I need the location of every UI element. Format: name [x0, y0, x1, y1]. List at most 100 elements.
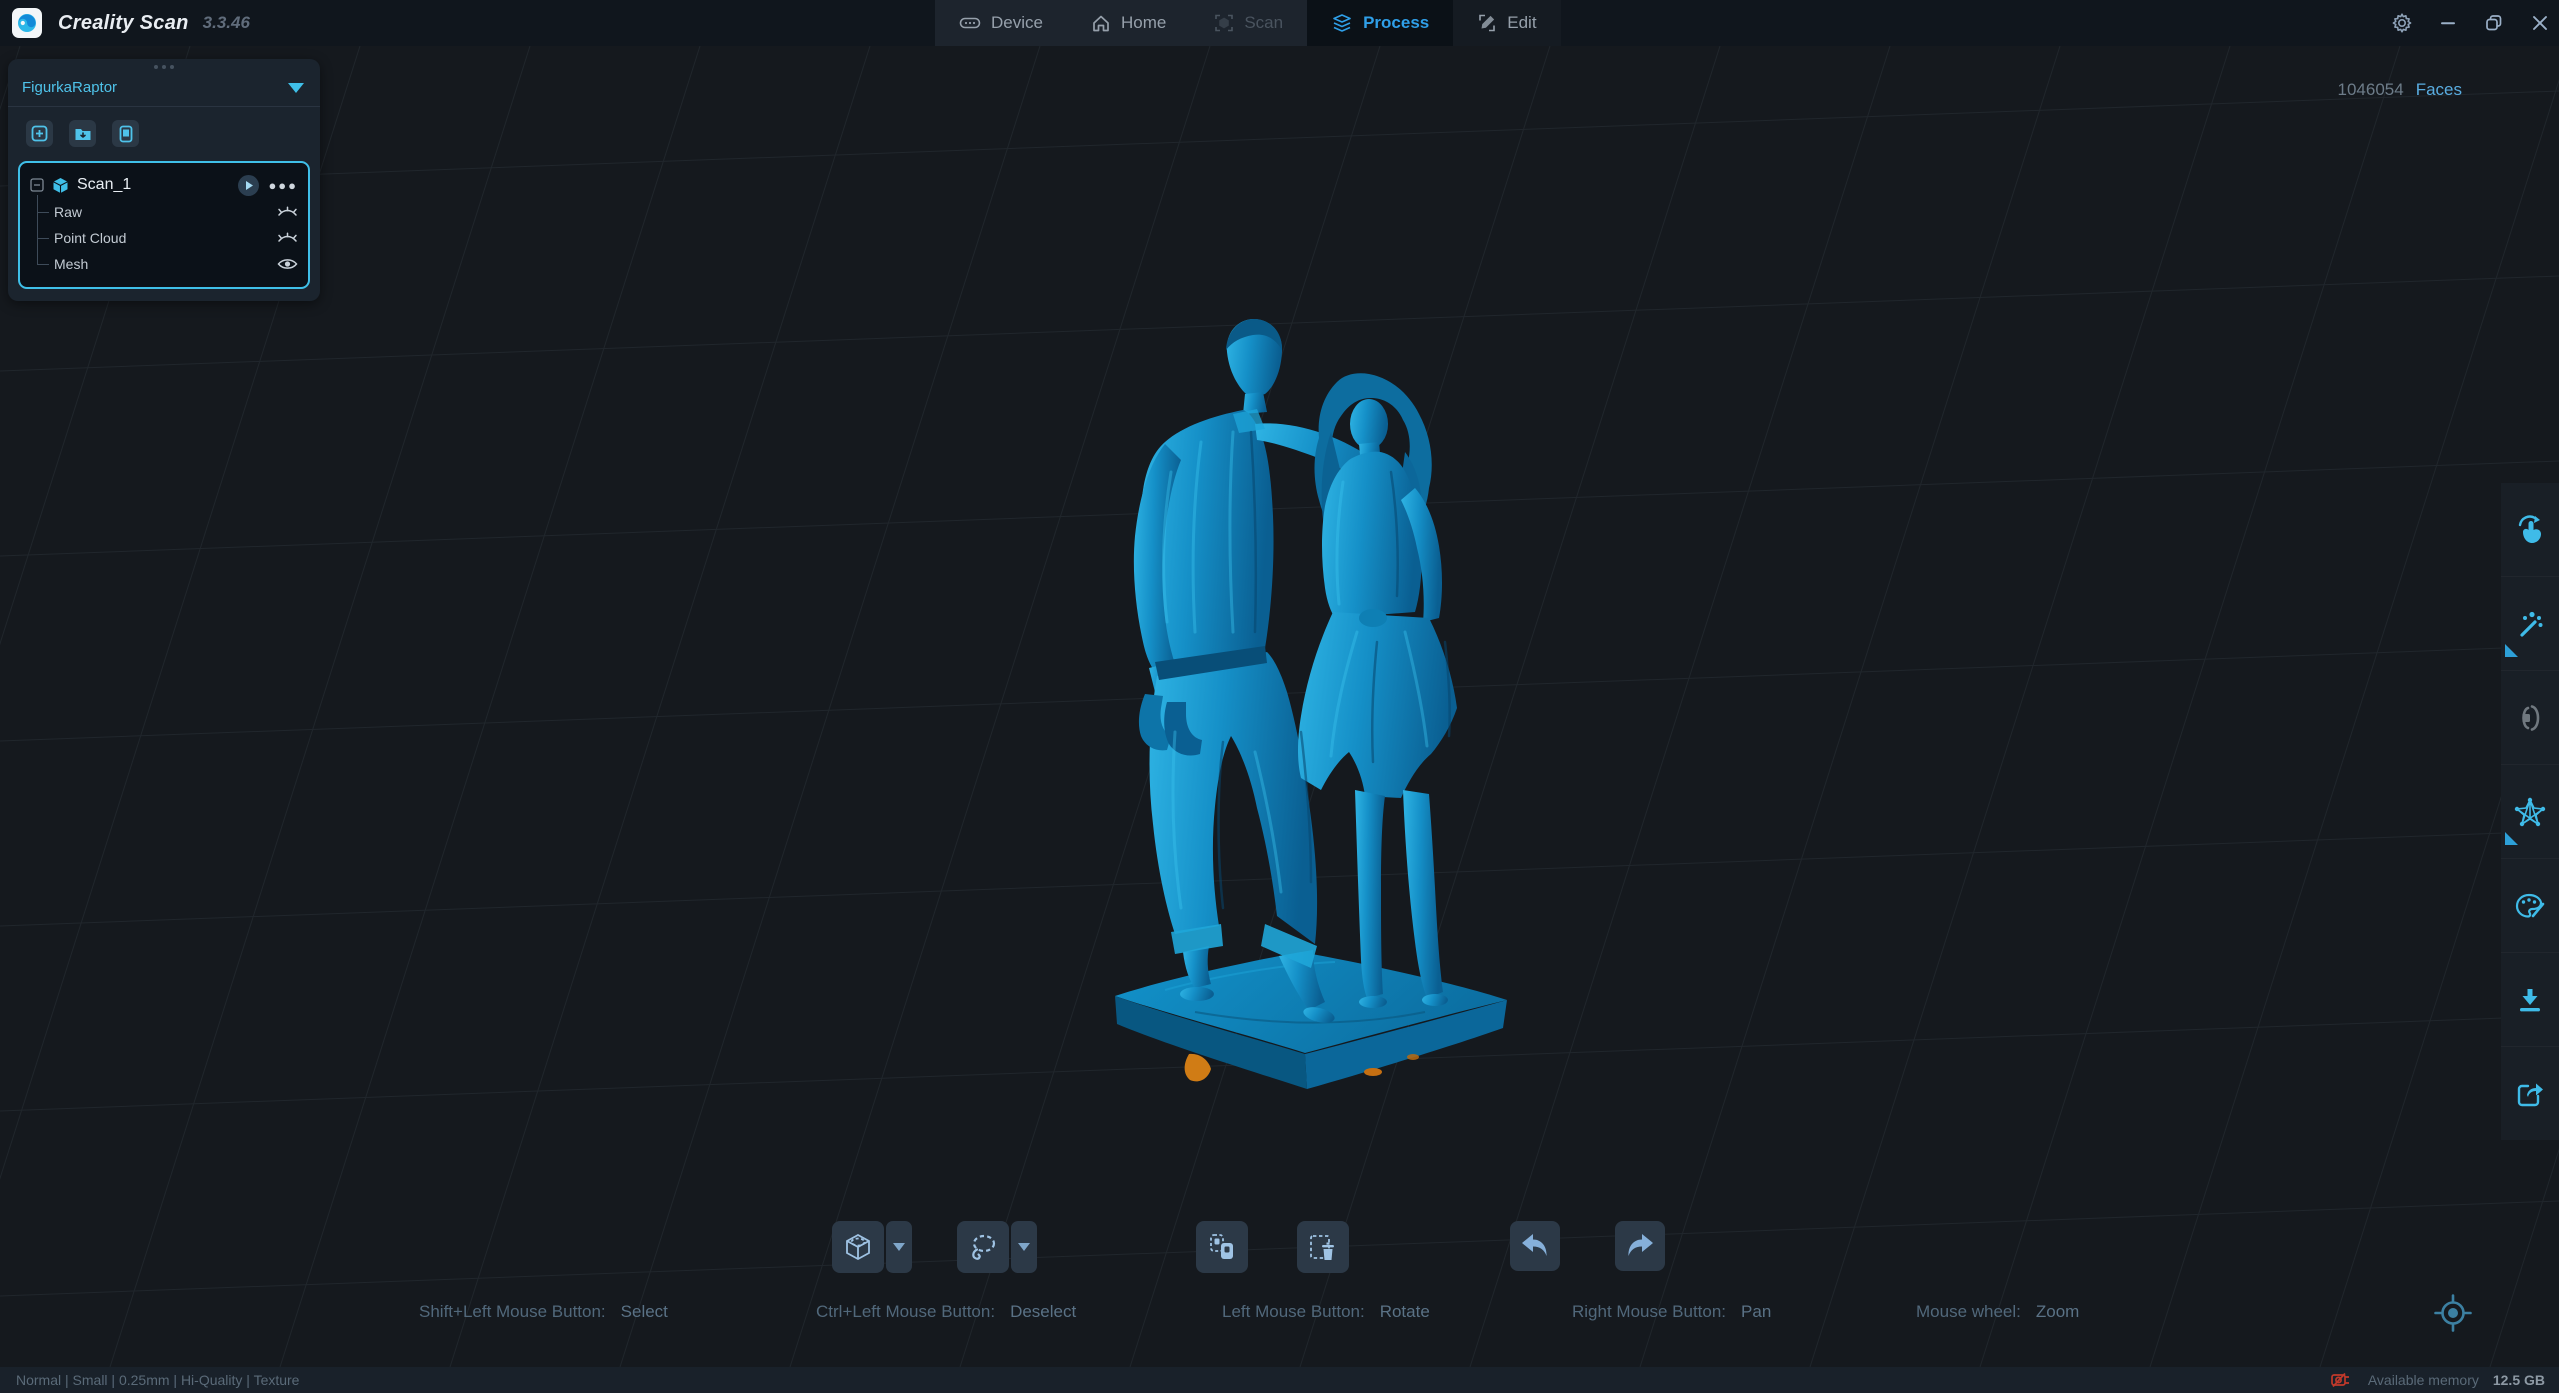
hint-label: Shift+Left Mouse Button: — [419, 1302, 606, 1321]
tool-share[interactable] — [2501, 1046, 2559, 1140]
collapse-icon[interactable] — [30, 178, 44, 192]
chevron-down-icon — [893, 1243, 905, 1251]
hint-rotate: Left Mouse Button: Rotate — [1222, 1302, 1430, 1322]
lasso-select-button[interactable] — [957, 1221, 1009, 1273]
tab-home[interactable]: Home — [1067, 0, 1190, 46]
chevron-down-icon[interactable] — [288, 82, 304, 93]
cube-icon — [53, 177, 68, 193]
hint-label: Left Mouse Button: — [1222, 1302, 1365, 1321]
project-selector[interactable]: FigurkaRaptor — [8, 75, 320, 106]
locate-view-button[interactable] — [2431, 1291, 2475, 1335]
faces-label: Faces — [2415, 80, 2462, 99]
share-icon — [2517, 1083, 2543, 1106]
redo-icon — [1628, 1234, 1653, 1256]
project-panel: FigurkaRaptor Scan_1 ●●● Raw Point Cloud… — [8, 59, 320, 301]
new-project-button[interactable] — [26, 120, 53, 147]
memory-label: Available memory — [2367, 1372, 2479, 1388]
undo-icon — [1522, 1234, 1547, 1256]
tab-scan: Scan — [1190, 0, 1307, 46]
magic-wand-icon — [2520, 611, 2543, 637]
flyout-triangle-icon[interactable] — [2505, 644, 2518, 657]
layer-raw-label: Raw — [54, 204, 83, 220]
visibility-off-icon[interactable] — [277, 231, 298, 245]
hint-action: Deselect — [1010, 1302, 1077, 1321]
gpu-warning-icon — [2330, 1372, 2349, 1388]
scan-settings-summary: Normal | Small | 0.25mm | Hi-Quality | T… — [16, 1372, 300, 1388]
layer-row-point-cloud[interactable]: Point Cloud — [37, 225, 298, 251]
layer-mesh-label: Mesh — [54, 256, 89, 272]
lasso-select-dropdown[interactable] — [1011, 1221, 1037, 1273]
play-icon[interactable] — [237, 174, 260, 197]
hint-action: Zoom — [2035, 1302, 2080, 1321]
device-icon — [959, 17, 981, 29]
tab-device[interactable]: Device — [935, 0, 1067, 46]
panel-drag-handle[interactable] — [8, 59, 320, 75]
tool-optimize[interactable] — [2501, 576, 2559, 670]
compare-icon — [2522, 704, 2540, 731]
scan-group-row[interactable]: Scan_1 ●●● — [30, 171, 298, 199]
faces-counter: 1046054 Faces — [2338, 80, 2462, 100]
hint-action: Rotate — [1379, 1302, 1430, 1321]
restore-icon[interactable] — [2482, 11, 2506, 35]
device-transfer-button[interactable] — [112, 120, 139, 147]
invert-selection-icon — [1210, 1234, 1233, 1259]
hint-deselect: Ctrl+Left Mouse Button: Deselect — [816, 1302, 1076, 1322]
tab-process-label: Process — [1363, 13, 1430, 32]
new-project-icon — [31, 125, 48, 142]
tab-device-label: Device — [991, 13, 1043, 32]
app-logo-icon — [12, 8, 42, 38]
right-toolbar — [2501, 483, 2559, 1140]
hint-label: Mouse wheel: — [1916, 1302, 2021, 1321]
undo-button[interactable] — [1510, 1221, 1560, 1271]
hint-label: Ctrl+Left Mouse Button: — [816, 1302, 996, 1321]
redo-button[interactable] — [1615, 1221, 1665, 1271]
locate-view-icon — [2434, 1294, 2472, 1332]
device-sync-icon — [119, 125, 132, 142]
visibility-on-icon[interactable] — [277, 257, 298, 271]
memory-value: 12.5 GB — [2492, 1372, 2545, 1388]
scanned-model-couple-statue[interactable] — [1105, 312, 1517, 1107]
export-download-icon — [2520, 988, 2540, 1011]
more-options-icon[interactable]: ●●● — [268, 178, 298, 193]
settings-gear-icon[interactable] — [2390, 11, 2414, 35]
hint-action: Pan — [1741, 1302, 1772, 1321]
delete-selection-button[interactable] — [1297, 1221, 1349, 1273]
minimize-icon[interactable] — [2436, 11, 2460, 35]
marker-orange — [1184, 1053, 1211, 1082]
layer-row-raw[interactable]: Raw — [37, 199, 298, 225]
app-version: 3.3.46 — [202, 13, 250, 32]
import-folder-icon — [75, 128, 90, 140]
tab-home-label: Home — [1120, 13, 1167, 32]
touch-rotate-icon — [2518, 514, 2541, 543]
chevron-down-icon — [1018, 1243, 1030, 1251]
scan-group-label: Scan_1 — [77, 176, 132, 193]
tool-touch-rotate[interactable] — [2501, 483, 2559, 576]
3d-viewport[interactable]: 1046054 Faces FigurkaRaptor Scan_1 ●●● R… — [0, 46, 2559, 1367]
statusbar: Normal | Small | 0.25mm | Hi-Quality | T… — [0, 1367, 2559, 1393]
app-title: Creality Scan — [58, 11, 189, 34]
faces-value: 1046054 — [2337, 80, 2404, 99]
tab-process[interactable]: Process — [1307, 0, 1454, 46]
tool-texture[interactable] — [2501, 858, 2559, 952]
tab-edit[interactable]: Edit — [1453, 0, 1561, 46]
import-project-button[interactable] — [69, 120, 96, 147]
tool-mesh[interactable] — [2501, 764, 2559, 858]
layer-row-mesh[interactable]: Mesh — [37, 251, 298, 277]
hint-select: Shift+Left Mouse Button: Select — [419, 1302, 668, 1322]
flyout-triangle-icon[interactable] — [2505, 832, 2518, 845]
visibility-off-icon[interactable] — [277, 205, 298, 219]
cube-select-dropdown[interactable] — [886, 1221, 912, 1273]
project-name: FigurkaRaptor — [22, 79, 118, 96]
hint-pan: Right Mouse Button: Pan — [1572, 1302, 1771, 1322]
tab-edit-label: Edit — [1507, 13, 1537, 32]
layer-point-cloud-label: Point Cloud — [54, 230, 127, 246]
titlebar: Creality Scan 3.3.46 Device Home Scan Pr… — [0, 0, 2559, 46]
invert-selection-button[interactable] — [1196, 1221, 1248, 1273]
tool-export[interactable] — [2501, 952, 2559, 1046]
main-nav-tabs: Device Home Scan Process Edit — [935, 0, 1561, 46]
close-icon[interactable] — [2528, 11, 2552, 35]
delete-selection-icon — [1310, 1235, 1334, 1260]
mesh-star-icon — [2514, 797, 2546, 826]
lasso-select-icon — [972, 1234, 996, 1260]
cube-select-button[interactable] — [832, 1221, 884, 1273]
